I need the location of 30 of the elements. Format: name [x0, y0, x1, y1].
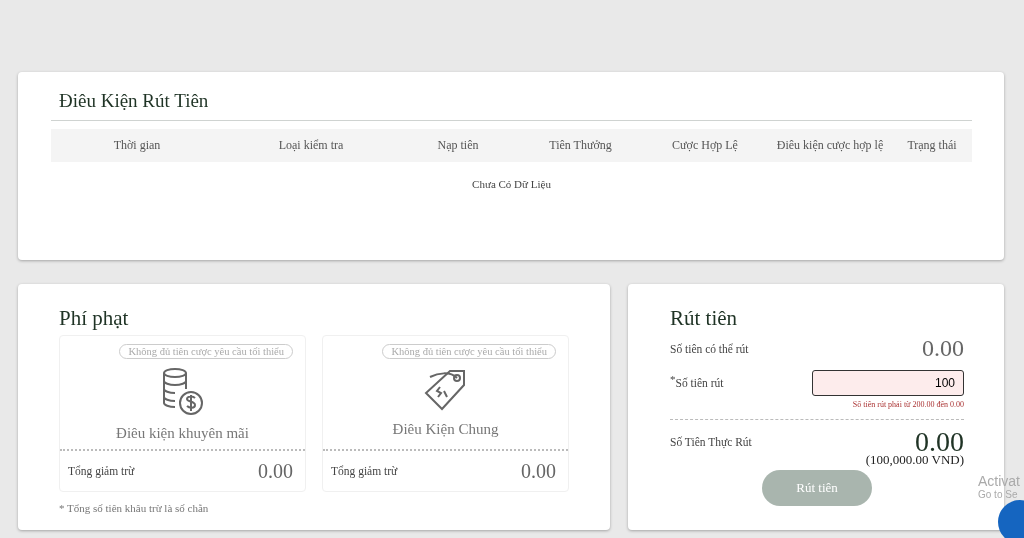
- footnote: * Tổng số tiên khâu trừ là số chẵn: [59, 502, 210, 514]
- column-header: Điêu kiện cược hợp lệ: [775, 138, 885, 153]
- column-header: Thời gian: [112, 138, 162, 153]
- penalty-name: Điêu kiện khuyên mãi: [116, 425, 249, 442]
- available-label: Số tiên có thể rút: [670, 342, 749, 355]
- amount-label: Số tiên rút: [675, 377, 724, 389]
- section-title: Phí phạt: [59, 306, 130, 331]
- empty-message: Chưa Có Dữ Liệu: [471, 178, 552, 190]
- column-header: Trạng thái: [906, 138, 958, 153]
- activation-text: Activat: [978, 473, 1020, 489]
- total-label: Tổng giảm trừ: [68, 465, 135, 477]
- actual-label: Số Tiên Thực Rút: [670, 436, 752, 448]
- vnd-amount: (100,000.00 VND): [865, 452, 964, 468]
- price-tag-icon: [423, 367, 468, 413]
- column-header: Loại kiểm tra: [277, 138, 345, 153]
- penalty-name: Điêu Kiện Chung: [392, 421, 499, 438]
- total-value: 0.00: [521, 459, 556, 483]
- required-mark: *: [670, 373, 676, 385]
- error-message: Số tiên rút phải từ 200.00 đến 0.00: [851, 400, 964, 409]
- available-value: 0.00: [922, 335, 964, 362]
- column-header: Cược Hợp Lệ: [671, 138, 739, 153]
- section-title: Rút tiên: [670, 306, 739, 331]
- column-header: Tiên Thưởng: [548, 138, 613, 153]
- coins-dollar-icon: [160, 367, 205, 417]
- amount-field[interactable]: 100: [812, 370, 964, 396]
- activation-hint: Go to Se: [978, 489, 1019, 500]
- column-header: Nạp tiên: [436, 138, 480, 153]
- total-value: 0.00: [258, 459, 293, 483]
- section-title: Điêu Kiện Rút Tiên: [59, 90, 210, 112]
- total-label: Tổng giảm trừ: [331, 465, 398, 477]
